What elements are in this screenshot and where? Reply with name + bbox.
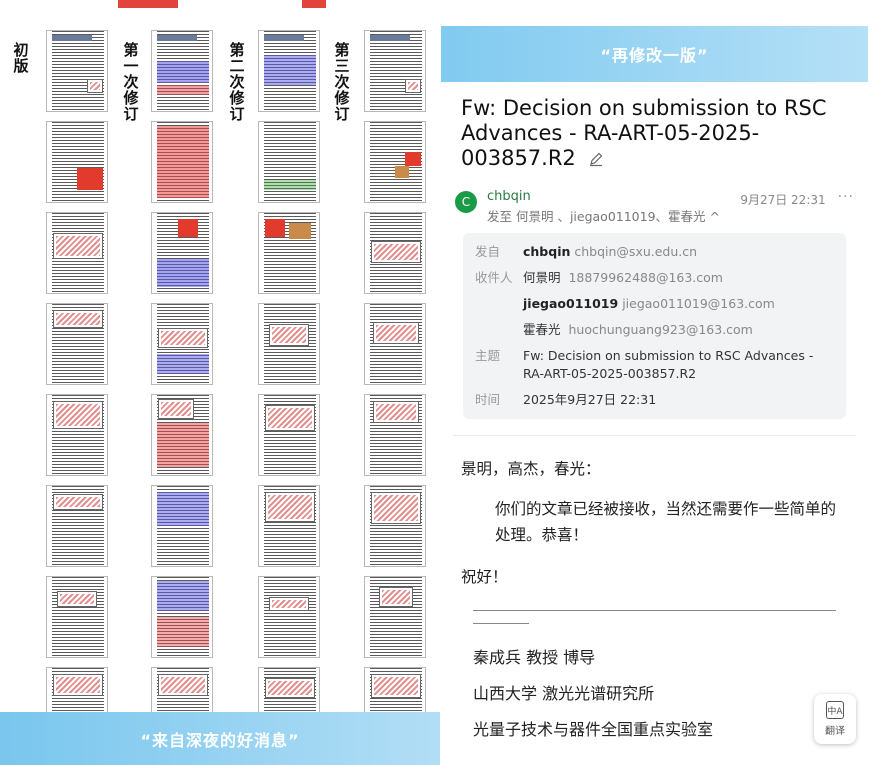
third-revision-pages bbox=[364, 30, 426, 758]
page-thumbnail[interactable] bbox=[151, 394, 213, 476]
second-revision-pages bbox=[258, 30, 320, 758]
page-thumbnail[interactable] bbox=[258, 30, 320, 112]
more-options-icon[interactable]: ··· bbox=[838, 189, 854, 205]
page-thumbnail[interactable] bbox=[151, 303, 213, 385]
red-banner-fragment bbox=[118, 0, 178, 8]
initial-version-pages bbox=[46, 30, 108, 758]
to-label: 收件人 bbox=[475, 270, 513, 285]
page-thumbnail[interactable] bbox=[151, 485, 213, 567]
sender-card: C chbqin 发至 何景明 、jiegao011019、霍春光 ^ 9月27… bbox=[451, 189, 858, 419]
email-body: 景明，高杰，春光： 你们的文章已经被接收，当然还需要作一些简单的处理。恭喜！ 祝… bbox=[441, 436, 868, 748]
body-paragraph: 你们的文章已经被接收，当然还需要作一些简单的处理。恭喜！ bbox=[495, 500, 837, 544]
to-row: 霍春光 huochunguang923@163.com bbox=[475, 321, 834, 339]
translate-icon: 中A bbox=[826, 701, 844, 719]
page-thumbnail[interactable] bbox=[258, 394, 320, 476]
label-initial-version: 初版 bbox=[13, 41, 29, 75]
sent-time: 9月27日 22:31 bbox=[740, 193, 826, 207]
page-thumbnail[interactable] bbox=[46, 121, 108, 203]
time-row: 时间 2025年9月27日 22:31 bbox=[475, 391, 834, 409]
signature-line: 秦成兵 教授 博导 bbox=[473, 648, 596, 667]
page-thumbnail[interactable] bbox=[46, 30, 108, 112]
right-caption-banner: “再修改一版” bbox=[441, 26, 868, 82]
email-details: 发自 chbqin chbqin@sxu.edu.cn 收件人 何景明 1887… bbox=[463, 233, 846, 419]
edit-pencil-icon[interactable] bbox=[588, 151, 604, 167]
page-thumbnail[interactable] bbox=[364, 576, 426, 658]
revision-thumbnails-panel: 初版 第一次修订 第二次修订 第三次修订 “来自深夜的好消息” bbox=[0, 0, 440, 765]
page-thumbnail[interactable] bbox=[364, 485, 426, 567]
translate-button[interactable]: 中A 翻译 bbox=[814, 694, 856, 744]
avatar[interactable]: C bbox=[455, 191, 477, 213]
page-thumbnail[interactable] bbox=[364, 303, 426, 385]
signature-line: 山西大学 激光光谱研究所 bbox=[473, 684, 655, 703]
page-thumbnail[interactable] bbox=[364, 212, 426, 294]
page-thumbnail[interactable] bbox=[258, 303, 320, 385]
recipient-name[interactable]: jiegao011019 bbox=[523, 296, 618, 311]
label-second-revision: 第二次修订 bbox=[229, 41, 245, 123]
recipient-name[interactable]: 霍春光 bbox=[523, 322, 561, 337]
first-revision-pages bbox=[151, 30, 213, 758]
signature-short-rule bbox=[473, 623, 529, 624]
body-greeting: 景明，高杰，春光： bbox=[461, 460, 601, 478]
from-email[interactable]: chbqin@sxu.edu.cn bbox=[574, 244, 697, 259]
page-thumbnail[interactable] bbox=[364, 394, 426, 476]
page-thumbnail[interactable] bbox=[46, 576, 108, 658]
page-thumbnail[interactable] bbox=[151, 121, 213, 203]
page-thumbnail[interactable] bbox=[258, 212, 320, 294]
page-thumbnail[interactable] bbox=[151, 30, 213, 112]
sender-row[interactable]: C chbqin 发至 何景明 、jiegao011019、霍春光 ^ 9月27… bbox=[451, 189, 858, 225]
page-thumbnail[interactable] bbox=[364, 30, 426, 112]
subject-value: Fw: Decision on submission to RSC Advanc… bbox=[523, 348, 814, 381]
screenshot-root: 初版 第一次修订 第二次修订 第三次修订 “来自深夜的好消息” “再修改一版” … bbox=[0, 0, 876, 765]
from-name[interactable]: chbqin bbox=[523, 244, 570, 259]
email-view: “再修改一版” Fw: Decision on submission to RS… bbox=[441, 26, 868, 765]
sender-name[interactable]: chbqin bbox=[487, 189, 740, 204]
page-thumbnail[interactable] bbox=[46, 394, 108, 476]
time-value: 2025年9月27日 22:31 bbox=[523, 392, 657, 407]
page-thumbnail[interactable] bbox=[151, 576, 213, 658]
recipient-email[interactable]: huochunguang923@163.com bbox=[568, 322, 752, 337]
email-subject-text: Fw: Decision on submission to RSC Advanc… bbox=[461, 96, 827, 170]
page-thumbnail[interactable] bbox=[151, 212, 213, 294]
from-label: 发自 bbox=[475, 244, 501, 259]
email-subject: Fw: Decision on submission to RSC Advanc… bbox=[441, 82, 868, 179]
signature-rule bbox=[473, 610, 836, 611]
translate-label: 翻译 bbox=[825, 726, 845, 737]
recipient-email[interactable]: jiegao011019@163.com bbox=[622, 296, 775, 311]
page-thumbnail[interactable] bbox=[46, 303, 108, 385]
signature: 秦成兵 教授 博导 山西大学 激光光谱研究所 光量子技术与器件全国重点实验室 bbox=[461, 640, 850, 748]
sender-info: chbqin 发至 何景明 、jiegao011019、霍春光 ^ bbox=[487, 189, 740, 225]
label-third-revision: 第三次修订 bbox=[334, 41, 350, 123]
subject-row: 主题 Fw: Decision on submission to RSC Adv… bbox=[475, 347, 834, 383]
label-first-revision: 第一次修订 bbox=[123, 41, 139, 123]
page-thumbnail[interactable] bbox=[258, 485, 320, 567]
signature-line: 光量子技术与器件全国重点实验室 bbox=[473, 720, 714, 739]
subject-label: 主题 bbox=[475, 348, 501, 363]
page-thumbnail[interactable] bbox=[364, 121, 426, 203]
to-row: jiegao011019 jiegao011019@163.com bbox=[475, 295, 834, 313]
page-thumbnail[interactable] bbox=[258, 121, 320, 203]
recipient-email[interactable]: 18879962488@163.com bbox=[568, 270, 723, 285]
from-row: 发自 chbqin chbqin@sxu.edu.cn bbox=[475, 243, 834, 261]
time-label: 时间 bbox=[475, 392, 501, 407]
page-thumbnail[interactable] bbox=[46, 485, 108, 567]
to-row: 收件人 何景明 18879962488@163.com bbox=[475, 269, 834, 287]
recipient-name[interactable]: 何景明 bbox=[523, 270, 561, 285]
left-caption-banner: “来自深夜的好消息” bbox=[0, 712, 440, 765]
page-thumbnail[interactable] bbox=[258, 576, 320, 658]
page-thumbnail[interactable] bbox=[46, 212, 108, 294]
recipients-toggle[interactable]: 发至 何景明 、jiegao011019、霍春光 ^ bbox=[487, 206, 740, 225]
red-banner-fragment bbox=[302, 0, 326, 8]
body-closing: 祝好！ bbox=[461, 568, 508, 586]
